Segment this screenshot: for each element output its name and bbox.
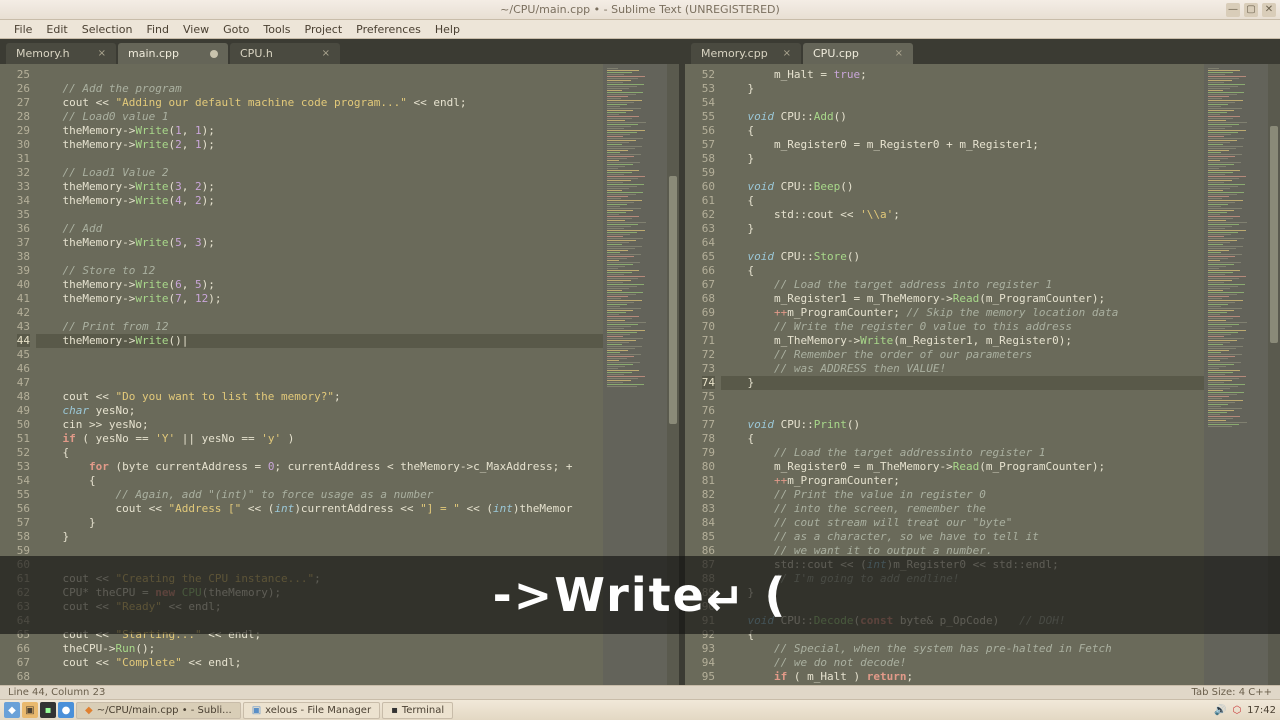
status-bar: Line 44, Column 23 Tab Size: 4 C++ (0, 685, 1280, 699)
tab-cpu-cpp[interactable]: CPU.cpp× (803, 43, 913, 64)
close-icon[interactable]: × (895, 48, 903, 59)
start-menu-icon[interactable]: ◆ (4, 702, 20, 718)
minimap-right[interactable] (1204, 64, 1268, 685)
pane-right: Memory.cpp× CPU.cpp× 52 53 54 55 56 57 5… (685, 39, 1280, 685)
close-icon[interactable]: × (322, 48, 330, 59)
tray-clock[interactable]: 17:42 (1247, 705, 1276, 716)
terminal-icon[interactable]: ▪ (40, 702, 56, 718)
window-title: ~/CPU/main.cpp • - Sublime Text (UNREGIS… (500, 3, 780, 16)
menu-tools[interactable]: Tools (257, 21, 296, 38)
tab-cpu-h[interactable]: CPU.h× (230, 43, 340, 64)
browser-icon[interactable]: ● (58, 702, 74, 718)
tray-network-icon[interactable]: ⬡ (1232, 705, 1241, 716)
taskbar-item-terminal[interactable]: ▪Terminal (382, 702, 453, 719)
tab-memory-h[interactable]: Memory.h× (6, 43, 116, 64)
editor-left[interactable]: 25 26 27 28 29 30 31 32 33 34 35 36 37 3… (0, 64, 679, 685)
system-tray: 🔊 ⬡ 17:42 (1214, 705, 1276, 716)
menu-bar: File Edit Selection Find View Goto Tools… (0, 20, 1280, 39)
code-left[interactable]: // Add the program cout << "Adding our d… (36, 64, 603, 685)
menu-file[interactable]: File (8, 21, 38, 38)
window-minimize-button[interactable]: — (1226, 3, 1240, 17)
window-titlebar: ~/CPU/main.cpp • - Sublime Text (UNREGIS… (0, 0, 1280, 20)
menu-find[interactable]: Find (140, 21, 175, 38)
scrollbar-left[interactable] (667, 64, 679, 685)
editor-right[interactable]: 52 53 54 55 56 57 58 59 60 61 62 63 64 6… (685, 64, 1280, 685)
workspace: Memory.h× main.cpp CPU.h× 25 26 27 28 29… (0, 39, 1280, 685)
tabbar-right: Memory.cpp× CPU.cpp× (685, 39, 1280, 64)
gutter-left: 25 26 27 28 29 30 31 32 33 34 35 36 37 3… (0, 64, 36, 685)
modified-dot-icon (210, 50, 218, 58)
close-icon[interactable]: × (98, 48, 106, 59)
tabbar-left: Memory.h× main.cpp CPU.h× (0, 39, 679, 64)
tray-volume-icon[interactable]: 🔊 (1214, 705, 1226, 716)
menu-view[interactable]: View (177, 21, 215, 38)
window-close-button[interactable]: ✕ (1262, 3, 1276, 17)
pane-left: Memory.h× main.cpp CPU.h× 25 26 27 28 29… (0, 39, 679, 685)
tab-main-cpp[interactable]: main.cpp (118, 43, 228, 64)
code-right[interactable]: m_Halt = true; } void CPU::Add() { m_Reg… (721, 64, 1204, 685)
taskbar-item-filemanager[interactable]: ▣xelous - File Manager (243, 702, 380, 719)
menu-selection[interactable]: Selection (76, 21, 139, 38)
tab-memory-cpp[interactable]: Memory.cpp× (691, 43, 801, 64)
menu-goto[interactable]: Goto (217, 21, 255, 38)
taskbar-item-sublime[interactable]: ◆~/CPU/main.cpp • - Subli... (76, 702, 241, 719)
menu-preferences[interactable]: Preferences (350, 21, 427, 38)
menu-help[interactable]: Help (429, 21, 466, 38)
taskbar: ◆ ▣ ▪ ● ◆~/CPU/main.cpp • - Subli... ▣xe… (0, 699, 1280, 720)
window-maximize-button[interactable]: ▢ (1244, 3, 1258, 17)
status-cursor-pos: Line 44, Column 23 (8, 687, 105, 698)
menu-edit[interactable]: Edit (40, 21, 73, 38)
status-syntax[interactable]: Tab Size: 4 C++ (1192, 687, 1272, 698)
close-icon[interactable]: × (783, 48, 791, 59)
minimap-left[interactable] (603, 64, 667, 685)
scrollbar-right[interactable] (1268, 64, 1280, 685)
menu-project[interactable]: Project (299, 21, 349, 38)
gutter-right: 52 53 54 55 56 57 58 59 60 61 62 63 64 6… (685, 64, 721, 685)
file-manager-icon[interactable]: ▣ (22, 702, 38, 718)
